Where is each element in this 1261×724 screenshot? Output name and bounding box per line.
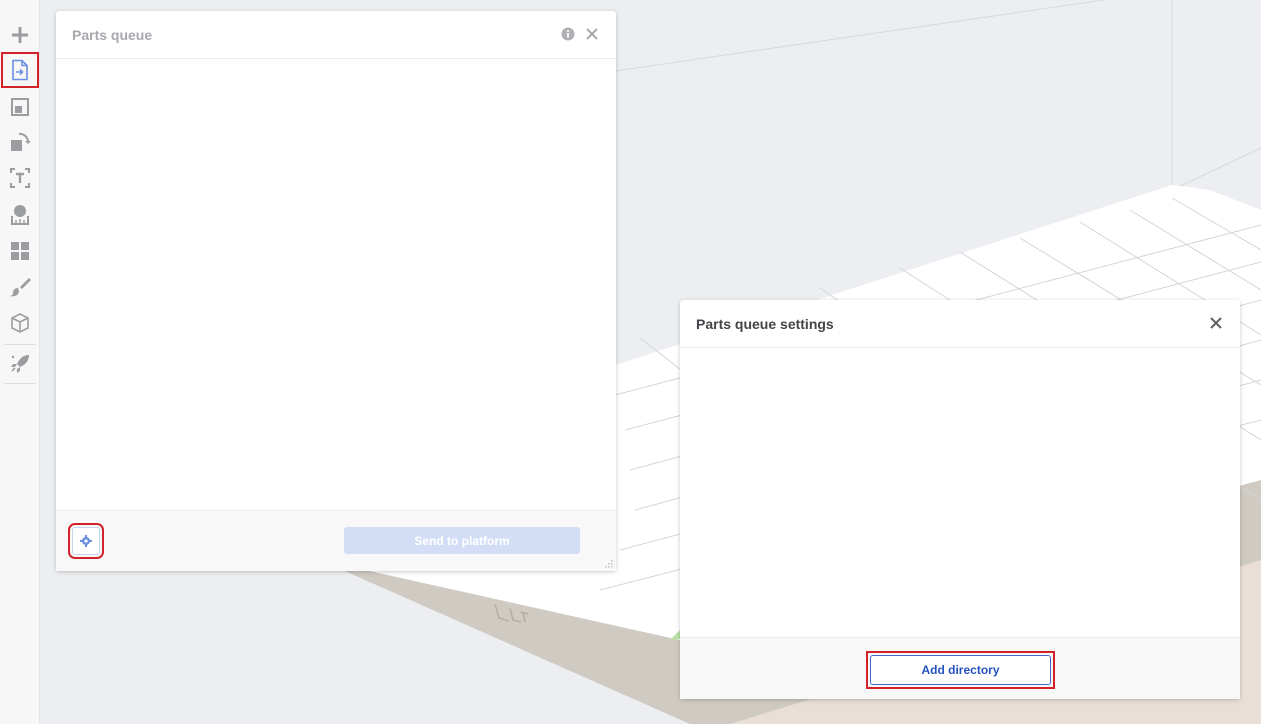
brush-icon [10,278,31,297]
close-icon [586,28,598,40]
parts-queue-title: Parts queue [72,27,153,43]
add-tool[interactable] [2,18,38,52]
parts-queue-settings-panel: Parts queue settings Add directory [680,300,1240,699]
resize-grip-icon[interactable] [605,560,613,568]
settings-header: Parts queue settings [680,300,1240,348]
settings-footer: Add directory [680,637,1240,699]
settings-close-button[interactable] [1209,316,1223,330]
layout-icon [11,98,29,116]
view-tool[interactable] [2,306,38,340]
left-toolbar [0,0,40,724]
grid-icon [11,242,29,260]
layout-tool[interactable] [2,90,38,124]
add-directory-highlight: Add directory [866,651,1055,689]
toolbar-divider [4,344,36,345]
close-icon [1210,317,1222,329]
info-icon [561,27,575,41]
queue-settings-button[interactable] [68,523,104,559]
add-directory-button[interactable]: Add directory [870,655,1051,685]
parts-queue-footer: Send to platform [56,510,616,571]
transform-icon [11,132,31,151]
parts-queue-panel: Parts queue Send to platform [56,11,616,571]
close-button[interactable] [585,27,599,41]
rocket-icon [11,355,29,373]
arrange-tool[interactable] [2,234,38,268]
transform-tool[interactable] [2,125,38,159]
brush-tool[interactable] [2,270,38,304]
launch-tool[interactable] [2,347,38,381]
settings-title: Parts queue settings [696,316,834,332]
parts-queue-tool[interactable] [1,52,39,88]
measure-icon [11,205,29,225]
text-tool[interactable] [2,161,38,195]
info-button[interactable] [561,27,575,41]
toolbar-divider [4,383,36,384]
parts-queue-header: Parts queue [56,11,616,59]
plus-icon [12,27,28,43]
send-to-platform-button[interactable]: Send to platform [344,527,580,554]
gear-icon [80,535,92,547]
cube-icon [11,313,29,333]
measure-tool[interactable] [2,198,38,232]
text-icon [10,168,30,188]
import-file-icon [12,59,28,81]
